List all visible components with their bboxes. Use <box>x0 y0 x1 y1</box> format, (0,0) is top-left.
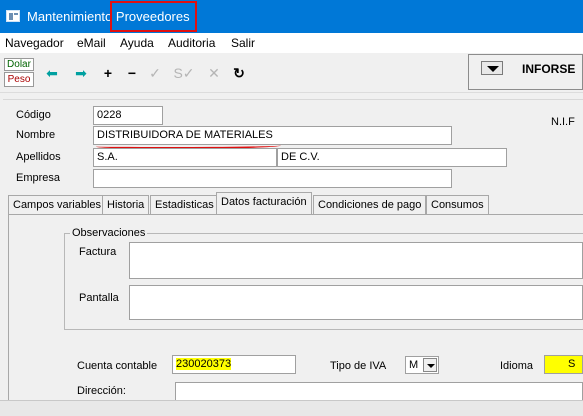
idioma-value: S <box>568 358 576 370</box>
tipo-iva-label: Tipo de IVA <box>330 360 387 372</box>
apellidos-label: Apellidos <box>16 151 61 163</box>
menu-navegador[interactable]: Navegador <box>5 36 64 50</box>
codigo-label: Código <box>16 109 51 121</box>
empresa-input[interactable] <box>93 169 452 188</box>
nombre-label: Nombre <box>16 129 56 141</box>
menu-salir[interactable]: Salir <box>231 36 255 50</box>
tab-datos-facturacion[interactable]: Datos facturación <box>216 192 312 214</box>
plus-icon[interactable]: + <box>100 65 116 81</box>
cuenta-contable-input[interactable]: 230020373 <box>172 355 296 374</box>
apellido1-input[interactable]: S.A. <box>93 148 277 167</box>
direccion-input[interactable] <box>175 382 583 401</box>
cuenta-contable-value: 230020373 <box>176 358 232 370</box>
bottom-edge <box>0 400 583 416</box>
cuenta-contable-label: Cuenta contable <box>77 360 158 372</box>
window-app-icon <box>6 10 20 22</box>
check-double-icon[interactable]: S✓ <box>171 65 197 81</box>
window-title-prefix: Mantenimiento <box>27 9 113 24</box>
factura-label: Factura <box>79 246 117 258</box>
empresa-label: Empresa <box>16 172 61 184</box>
check-icon[interactable]: ✓ <box>147 65 163 81</box>
pantalla-textarea[interactable] <box>129 285 583 320</box>
arrow-left-icon[interactable]: ⬅ <box>44 65 60 81</box>
apellido2-input[interactable]: DE C.V. <box>277 148 507 167</box>
nif-label: N.I.F <box>551 116 575 128</box>
idioma-label: Idioma <box>500 360 534 372</box>
company-selector[interactable]: INFORSE <box>468 54 583 90</box>
menu-auditoria[interactable]: Auditoria <box>168 36 215 50</box>
tab-estadisticas[interactable]: Estadisticas <box>150 195 219 214</box>
company-label: INFORSE <box>522 62 576 76</box>
title-bar: Mantenimiento Proveedores <box>0 0 583 33</box>
observaciones-title: Observaciones <box>70 227 148 239</box>
codigo-input[interactable]: 0228 <box>93 106 163 125</box>
arrow-right-icon[interactable]: ➡ <box>73 65 89 81</box>
tab-historia[interactable]: Historia <box>102 195 150 214</box>
chevron-down-icon[interactable] <box>481 61 503 75</box>
tab-consumos[interactable]: Consumos <box>426 195 489 214</box>
minus-icon[interactable]: − <box>124 65 140 81</box>
tab-campos-variables[interactable]: Campos variables <box>8 195 107 214</box>
factura-textarea[interactable] <box>129 242 583 279</box>
red-highlight-box <box>110 1 197 32</box>
menu-email[interactable]: eMail <box>77 36 106 50</box>
pantalla-label: Pantalla <box>79 292 119 304</box>
menu-bar: Navegador eMail Ayuda Auditoria Salir <box>0 33 583 53</box>
tipo-iva-select[interactable]: M <box>405 356 439 374</box>
tab-condiciones-de-pago[interactable]: Condiciones de pago <box>313 195 427 214</box>
dolar-button[interactable]: Dolar <box>4 58 34 71</box>
chevron-down-icon[interactable] <box>423 358 437 372</box>
idioma-input[interactable]: S <box>544 355 583 374</box>
direccion-label: Dirección: <box>77 385 126 397</box>
menu-ayuda[interactable]: Ayuda <box>120 36 154 50</box>
tipo-iva-value: M <box>409 359 419 371</box>
cancel-icon[interactable]: ✕ <box>206 65 222 81</box>
refresh-icon[interactable]: ↻ <box>231 65 247 81</box>
peso-button[interactable]: Peso <box>4 72 34 87</box>
